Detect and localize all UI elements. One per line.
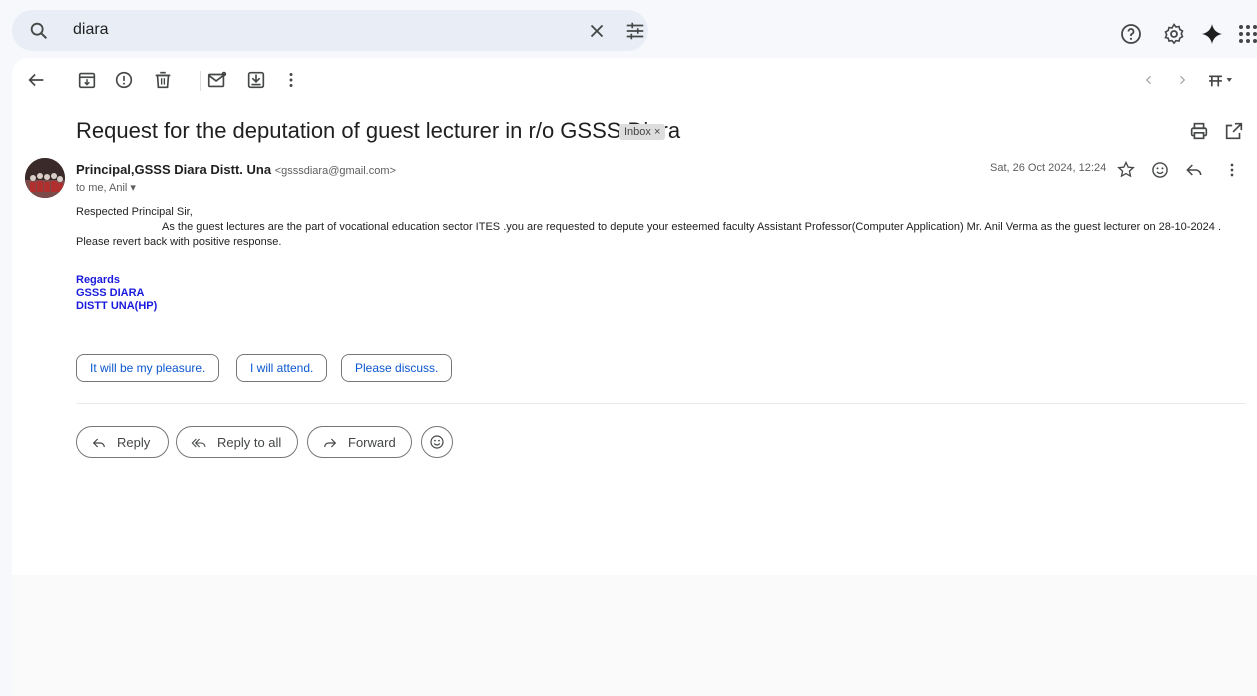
remove-label-icon[interactable]: ×	[654, 126, 660, 138]
sender-name[interactable]: Principal,GSSS Diara Distt. Una	[76, 162, 271, 177]
smart-reply-button[interactable]: It will be my pleasure.	[76, 354, 220, 382]
emoji-reaction-button[interactable]	[421, 426, 453, 458]
forward-button[interactable]: Forward	[307, 426, 412, 458]
clear-search-icon[interactable]	[586, 20, 608, 42]
signature-line: Regards	[76, 274, 121, 286]
reply-icon[interactable]	[1184, 160, 1204, 180]
sender-email: <gsssdiara@gmail.com>	[274, 165, 396, 177]
message-more-icon[interactable]	[1222, 160, 1242, 180]
forward-label: Forward	[348, 435, 396, 450]
reply-button[interactable]: Reply	[76, 426, 169, 458]
help-icon[interactable]	[1119, 22, 1143, 46]
message-toolbar	[12, 58, 1257, 104]
avatar	[25, 158, 65, 198]
toolbar-divider	[200, 71, 201, 91]
search-bar[interactable]: diara	[12, 10, 648, 51]
more-options-icon[interactable]	[280, 69, 302, 91]
signature-line: DISTT UNA(HP)	[76, 300, 158, 312]
gemini-icon[interactable]	[1200, 22, 1224, 46]
search-icon[interactable]	[28, 20, 50, 42]
email-subject: Request for the deputation of guest lect…	[76, 118, 681, 143]
top-bar: diara	[0, 0, 1257, 58]
report-spam-icon[interactable]	[113, 69, 135, 91]
print-icon[interactable]	[1188, 120, 1210, 142]
greeting: Respected Principal Sir,	[76, 206, 193, 218]
newer-icon[interactable]	[1140, 69, 1158, 91]
recipients[interactable]: to me, Anil ▾	[76, 181, 136, 194]
label-text: Inbox	[624, 126, 651, 138]
signature-line: GSSS DIARA	[76, 287, 145, 299]
older-icon[interactable]	[1173, 69, 1191, 91]
sender: Principal,GSSS Diara Distt. Una <gsssdia…	[76, 162, 396, 177]
email-date: Sat, 26 Oct 2024, 12:24	[990, 162, 1107, 174]
inbox-label[interactable]: Inbox ×	[619, 124, 666, 140]
input-tools-icon[interactable]	[1205, 69, 1237, 91]
move-to-icon[interactable]	[245, 69, 267, 91]
star-icon[interactable]	[1116, 160, 1136, 180]
message-panel: Request for the deputation of guest lect…	[12, 58, 1257, 696]
reply-label: Reply	[117, 435, 151, 450]
smart-reply-button[interactable]: I will attend.	[236, 354, 328, 382]
delete-icon[interactable]	[152, 69, 174, 91]
search-input[interactable]: diara	[73, 21, 109, 39]
reply-all-label: Reply to all	[217, 435, 282, 450]
settings-icon[interactable]	[1162, 22, 1186, 46]
open-new-window-icon[interactable]	[1223, 120, 1245, 142]
archive-icon[interactable]	[76, 69, 98, 91]
smart-reply-button[interactable]: Please discuss.	[341, 354, 453, 382]
reply-all-icon	[191, 438, 206, 448]
reply-all-button[interactable]: Reply to all	[176, 426, 298, 458]
email-body: Respected Principal Sir, As the guest le…	[76, 205, 1246, 250]
emoji-icon	[430, 435, 444, 449]
recipients-dropdown-icon[interactable]: ▾	[130, 182, 136, 194]
emoji-react-icon[interactable]	[1150, 160, 1170, 180]
reply-icon	[92, 438, 105, 448]
divider	[76, 403, 1246, 404]
back-arrow-icon[interactable]	[25, 69, 47, 91]
panel-footer-area	[12, 575, 1257, 696]
mark-unread-icon[interactable]	[206, 69, 228, 91]
search-options-icon[interactable]	[624, 20, 646, 42]
body-paragraph: As the guest lectures are the part of vo…	[76, 221, 1222, 248]
apps-icon[interactable]	[1236, 22, 1257, 46]
signature: Regards GSSS DIARA DISTT UNA(HP)	[76, 274, 157, 313]
forward-icon	[324, 438, 337, 448]
recipients-text: to me, Anil	[76, 182, 128, 194]
